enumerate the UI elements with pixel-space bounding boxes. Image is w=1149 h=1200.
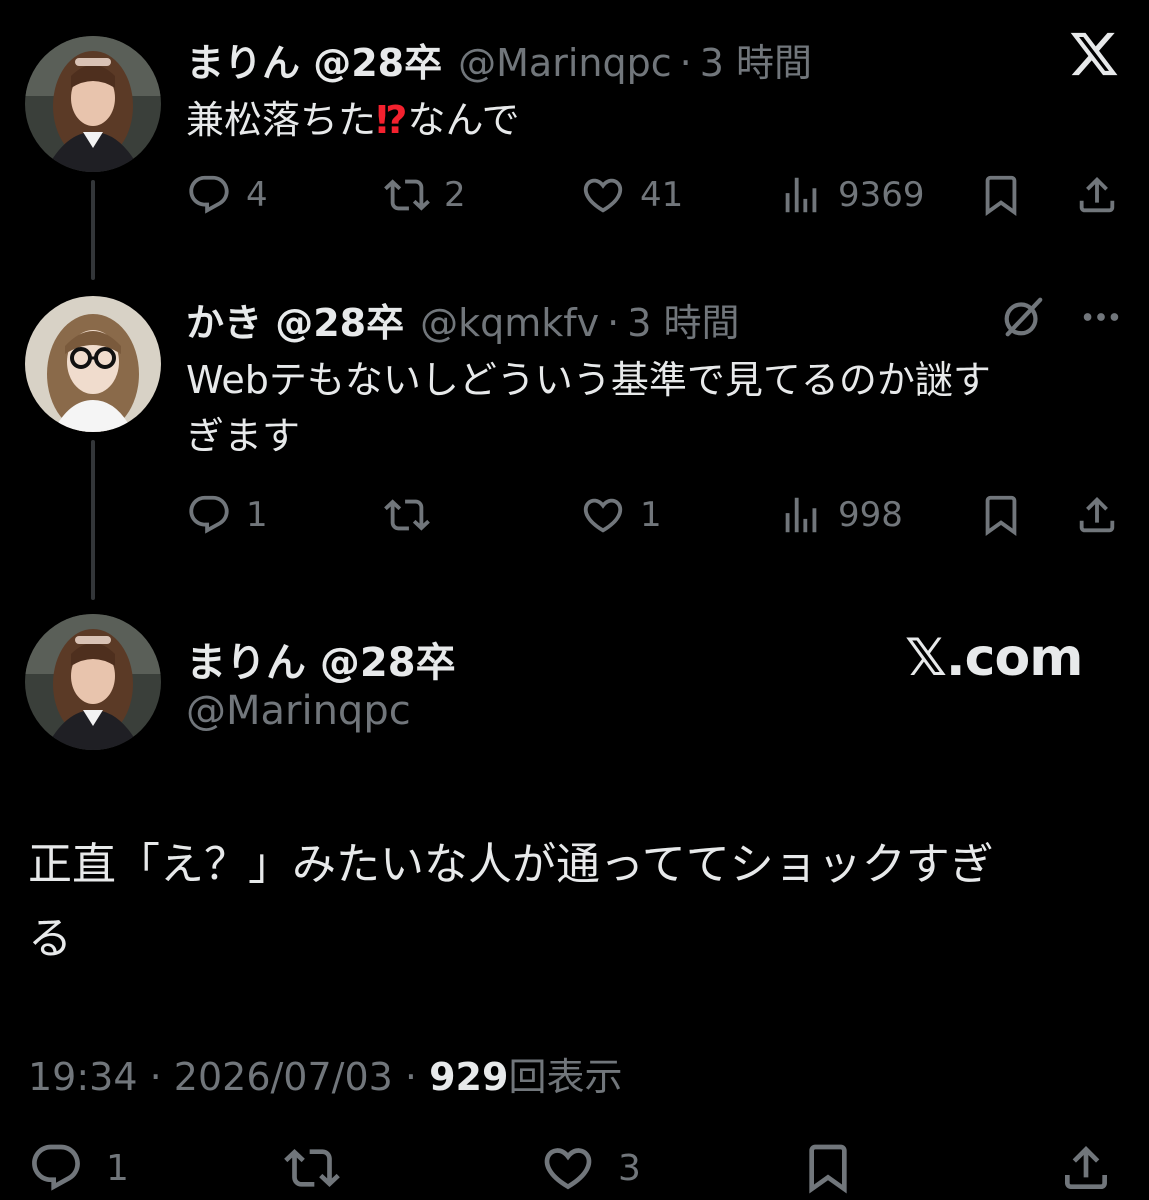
like-count: 3 (618, 1147, 641, 1189)
grok-icon[interactable] (1000, 294, 1046, 340)
tweet-time[interactable]: 3 時間 (627, 292, 739, 347)
display-name[interactable]: まりん @28卒 (186, 630, 456, 688)
views-count: 9369 (838, 175, 925, 215)
tweet-text-line: る (28, 913, 72, 964)
thread-line-1 (91, 180, 95, 280)
like-count: 1 (640, 495, 662, 535)
x-com-brand: 𝕏.com (905, 628, 1083, 688)
retweet-button[interactable]: 2 (384, 172, 466, 218)
views-button[interactable]: 9369 (778, 172, 925, 218)
tweet-date[interactable]: 2026/07/03 (174, 1055, 393, 1099)
avatar[interactable] (25, 296, 161, 432)
retweet-button[interactable] (284, 1140, 340, 1196)
bookmark-icon (809, 1144, 847, 1194)
tweet-text-part: 兼松落ちた (186, 98, 377, 142)
bookmark-icon (985, 495, 1017, 536)
reply-icon (189, 175, 229, 214)
display-name[interactable]: かき @28卒 (186, 292, 404, 347)
views-label: 回表示 (508, 1055, 623, 1099)
views-count[interactable]: 929 (429, 1055, 508, 1099)
tweet2-text: Webテもないしどういう基準で見てるのか謎す ぎます (186, 352, 991, 464)
tweet-text-line: 正直「え？」みたいな人が通っててショックすぎ (28, 839, 994, 890)
tweet1-text: 兼松落ちた⁉なんで (186, 92, 520, 148)
like-button[interactable]: 1 (580, 492, 662, 538)
separator-dot: · (149, 1055, 162, 1099)
tweet-text-line: ぎます (186, 414, 301, 458)
share-icon (1079, 496, 1115, 533)
display-name[interactable]: まりん @28卒 (186, 32, 442, 87)
reply-count: 1 (246, 495, 268, 535)
heart-icon (583, 498, 623, 533)
heart-icon (544, 1148, 592, 1190)
tweet2-header: かき @28卒 @kqmkfv · 3 時間 (186, 292, 740, 347)
share-icon (1079, 176, 1115, 213)
x-logo-icon[interactable] (1068, 28, 1120, 80)
thread-line-2 (91, 440, 95, 600)
reply-icon (32, 1144, 80, 1191)
like-button[interactable]: 3 (540, 1140, 641, 1196)
tweet-text-line: Webテもないしどういう基準で見てるのか謎す (186, 358, 991, 402)
reply-button[interactable]: 1 (28, 1140, 129, 1196)
retweet-icon (384, 179, 430, 211)
share-button[interactable] (1058, 1140, 1114, 1196)
main-tweet-text: 正直「え？」みたいな人が通っててショックすぎ る (28, 828, 1118, 976)
like-count: 41 (640, 175, 684, 215)
views-icon (785, 497, 817, 533)
retweet-icon (384, 499, 430, 531)
retweet-button[interactable] (384, 492, 444, 538)
share-icon (1065, 1146, 1107, 1189)
more-icon[interactable] (1078, 294, 1124, 340)
reply-count: 1 (106, 1147, 129, 1189)
user-handle[interactable]: @Marinqpc (186, 688, 411, 734)
bookmark-icon (985, 175, 1017, 216)
tweet-time[interactable]: 19:34 (28, 1055, 138, 1099)
share-button[interactable] (1074, 492, 1120, 538)
bookmark-button[interactable] (800, 1140, 856, 1196)
tweet-meta: 19:34 · 2026/07/03 · 929回表示 (28, 1046, 622, 1101)
views-icon (785, 177, 817, 213)
user-handle[interactable]: @Marinqpc (458, 41, 671, 85)
heart-icon (583, 178, 623, 213)
reply-count: 4 (246, 175, 268, 215)
like-button[interactable]: 41 (580, 172, 683, 218)
views-count: 998 (838, 495, 903, 535)
share-button[interactable] (1074, 172, 1120, 218)
separator-dot: · (679, 41, 692, 85)
retweet-icon (284, 1149, 340, 1187)
reply-icon (189, 495, 229, 534)
tweet1-header: まりん @28卒 @Marinqpc · 3 時間 (186, 32, 812, 87)
separator-dot: · (607, 301, 620, 345)
exclamation-question-emoji: ⁉ (376, 98, 408, 142)
bookmark-button[interactable] (978, 492, 1024, 538)
bookmark-button[interactable] (978, 172, 1024, 218)
avatar[interactable] (25, 36, 161, 172)
separator-dot: · (404, 1055, 418, 1099)
retweet-count: 2 (444, 175, 466, 215)
tweet-time[interactable]: 3 時間 (700, 32, 812, 87)
reply-button[interactable]: 1 (186, 492, 268, 538)
avatar[interactable] (25, 614, 161, 750)
tweet-text-part: なんで (407, 98, 520, 142)
user-handle[interactable]: @kqmkfv (420, 301, 599, 345)
reply-button[interactable]: 4 (186, 172, 268, 218)
views-button[interactable]: 998 (778, 492, 903, 538)
